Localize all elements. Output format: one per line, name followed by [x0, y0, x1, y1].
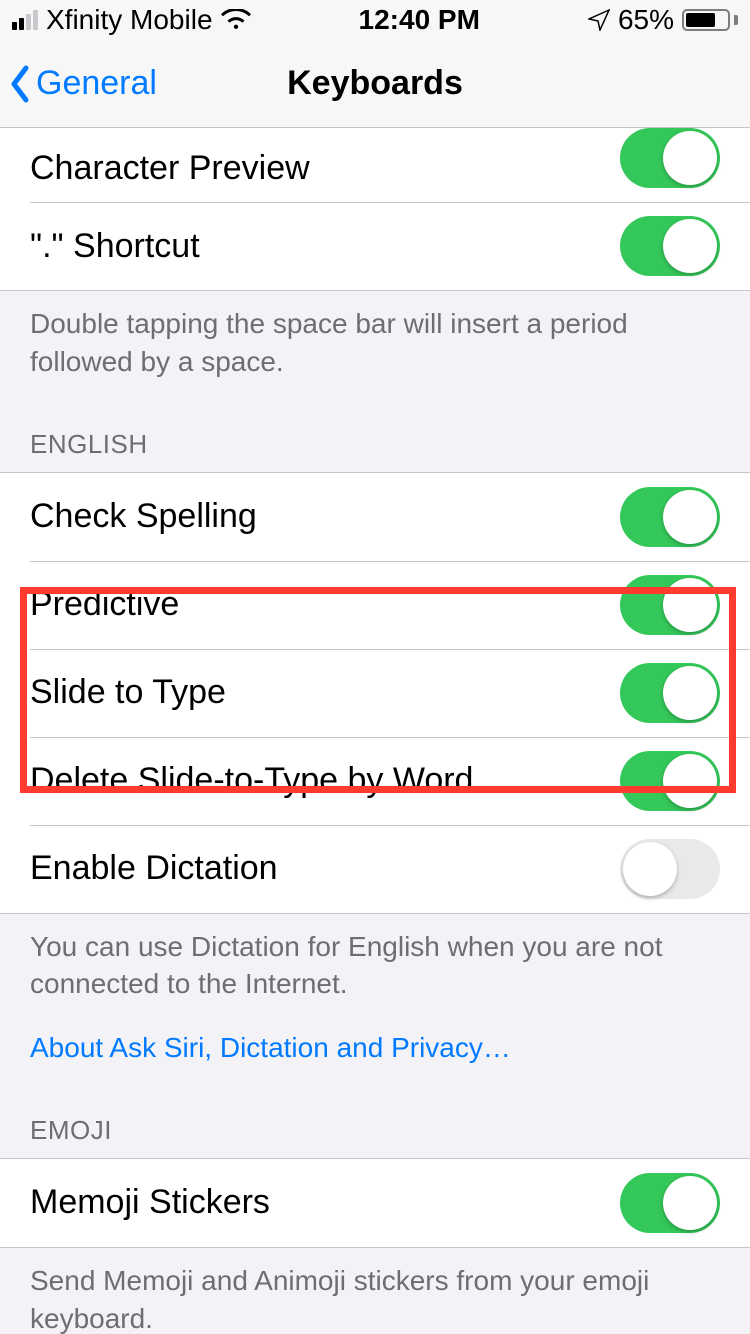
row-label: Slide to Type — [30, 673, 226, 712]
page-title: Keyboards — [287, 64, 463, 103]
settings-group-emoji: EMOJI Memoji Stickers Send Memoji and An… — [0, 1085, 750, 1334]
switch-predictive[interactable] — [620, 575, 720, 635]
row-enable-dictation: Enable Dictation — [0, 825, 750, 913]
chevron-left-icon — [8, 64, 32, 104]
back-button[interactable]: General — [8, 40, 157, 127]
carrier-label: Xfinity Mobile — [46, 4, 213, 36]
signal-icon — [12, 10, 38, 30]
status-bar: Xfinity Mobile 12:40 PM 65% — [0, 0, 750, 40]
status-time: 12:40 PM — [359, 4, 480, 36]
group-footer: You can use Dictation for English when y… — [0, 914, 750, 1085]
switch-character-preview[interactable] — [620, 128, 720, 188]
row-label: Memoji Stickers — [30, 1183, 270, 1222]
switch-period-shortcut[interactable] — [620, 216, 720, 276]
switch-enable-dictation[interactable] — [620, 839, 720, 899]
dictation-privacy-link[interactable]: About Ask Siri, Dictation and Privacy… — [30, 1029, 511, 1067]
row-period-shortcut: "." Shortcut — [0, 202, 750, 290]
row-delete-slide-by-word: Delete Slide-to-Type by Word — [0, 737, 750, 825]
group-footer: Double tapping the space bar will insert… — [0, 291, 750, 399]
row-check-spelling: Check Spelling — [0, 473, 750, 561]
wifi-icon — [221, 9, 251, 31]
switch-delete-slide-by-word[interactable] — [620, 751, 720, 811]
row-label: Delete Slide-to-Type by Word — [30, 761, 473, 800]
group-footer: Send Memoji and Animoji stickers from yo… — [0, 1248, 750, 1334]
row-memoji-stickers: Memoji Stickers — [0, 1159, 750, 1247]
row-predictive: Predictive — [0, 561, 750, 649]
row-label: Predictive — [30, 585, 179, 624]
location-icon — [588, 9, 610, 31]
row-slide-to-type: Slide to Type — [0, 649, 750, 737]
row-label: Check Spelling — [30, 497, 257, 536]
row-label: Character Preview — [30, 149, 310, 188]
footer-text: You can use Dictation for English when y… — [30, 931, 662, 1000]
switch-check-spelling[interactable] — [620, 487, 720, 547]
switch-memoji-stickers[interactable] — [620, 1173, 720, 1233]
back-label: General — [36, 64, 157, 103]
group-header: EMOJI — [0, 1085, 750, 1158]
group-header: ENGLISH — [0, 399, 750, 472]
battery-pct-label: 65% — [618, 4, 674, 36]
row-label: Enable Dictation — [30, 849, 278, 888]
switch-slide-to-type[interactable] — [620, 663, 720, 723]
battery-icon — [682, 9, 738, 31]
row-label: "." Shortcut — [30, 227, 200, 266]
settings-group-english: ENGLISH Check Spelling Predictive Slide … — [0, 399, 750, 1085]
row-character-preview: Character Preview — [0, 128, 750, 202]
settings-group-general: Character Preview "." Shortcut Double ta… — [0, 128, 750, 399]
content-scroll[interactable]: Character Preview "." Shortcut Double ta… — [0, 128, 750, 1334]
nav-bar: General Keyboards — [0, 40, 750, 128]
